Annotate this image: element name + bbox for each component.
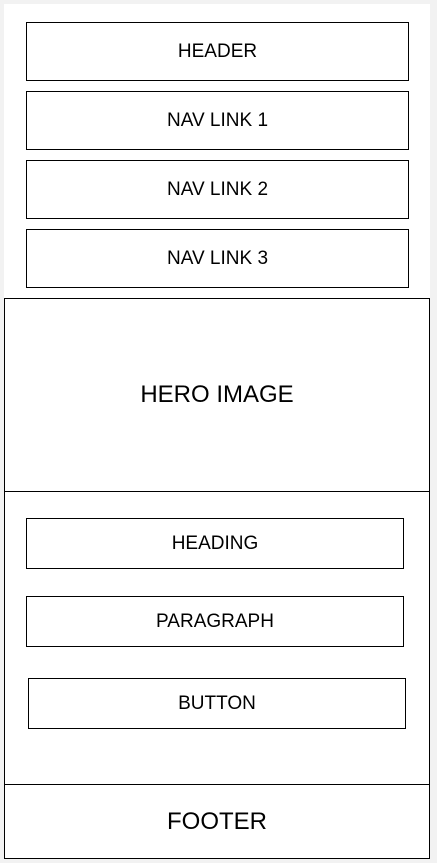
nav-link-1-label: NAV LINK 1 <box>166 109 269 131</box>
page-wireframe: HEADER NAV LINK 1 NAV LINK 2 NAV LINK 3 … <box>4 4 430 859</box>
footer-label: FOOTER <box>167 807 267 835</box>
header-label: HEADER <box>177 40 258 62</box>
button-label: BUTTON <box>178 692 256 714</box>
nav-link-1-box[interactable]: NAV LINK 1 <box>26 91 409 150</box>
heading-box: HEADING <box>26 518 404 569</box>
header-box: HEADER <box>26 22 409 81</box>
hero-image-box: HERO IMAGE <box>4 298 430 492</box>
hero-image-label: HERO IMAGE <box>140 381 294 408</box>
paragraph-box: PARAGRAPH <box>26 596 404 647</box>
paragraph-label: PARAGRAPH <box>156 610 274 632</box>
heading-label: HEADING <box>171 532 259 554</box>
nav-link-3-label: NAV LINK 3 <box>166 247 269 269</box>
nav-link-2-label: NAV LINK 2 <box>166 178 269 200</box>
nav-link-3-box[interactable]: NAV LINK 3 <box>26 229 409 288</box>
nav-link-2-box[interactable]: NAV LINK 2 <box>26 160 409 219</box>
footer-box: FOOTER <box>4 784 430 859</box>
button-box[interactable]: BUTTON <box>28 678 406 729</box>
